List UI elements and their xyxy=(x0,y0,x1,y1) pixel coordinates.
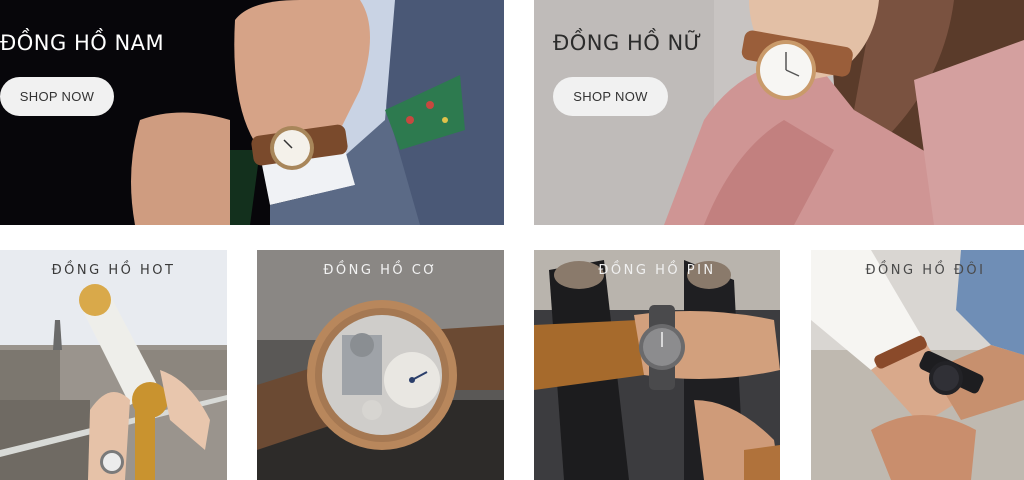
category-couple-watches[interactable]: ĐỒNG HỒ ĐÔI xyxy=(811,250,1024,480)
banner-men-title: ĐỒNG HỒ NAM xyxy=(0,31,165,55)
banner-women-title: ĐỒNG HỒ NỮ xyxy=(553,31,703,55)
men-shop-now-button[interactable]: SHOP NOW xyxy=(0,77,114,116)
category-quartz-watches[interactable]: ĐỒNG HỒ PIN xyxy=(534,250,780,480)
hot-watches-photo xyxy=(0,250,227,480)
mechanical-watch-photo xyxy=(257,250,504,480)
category-mechanical-title: ĐỒNG HỒ CƠ xyxy=(323,263,438,278)
banner-men-watches[interactable]: ĐỒNG HỒ NAM SHOP NOW xyxy=(0,0,504,225)
quartz-watch-photo xyxy=(534,250,780,480)
category-hot-title: ĐỒNG HỒ HOT xyxy=(51,263,176,278)
women-shop-now-button[interactable]: SHOP NOW xyxy=(553,77,668,116)
category-couple-title: ĐỒNG HỒ ĐÔI xyxy=(865,263,986,278)
banner-women-watches[interactable]: ĐỒNG HỒ NỮ SHOP NOW xyxy=(534,0,1024,225)
category-mechanical-watches[interactable]: ĐỒNG HỒ CƠ xyxy=(257,250,504,480)
category-hot-watches[interactable]: ĐỒNG HỒ HOT xyxy=(0,250,227,480)
couple-watches-photo xyxy=(811,250,1024,480)
category-quartz-title: ĐỒNG HỒ PIN xyxy=(598,263,716,278)
